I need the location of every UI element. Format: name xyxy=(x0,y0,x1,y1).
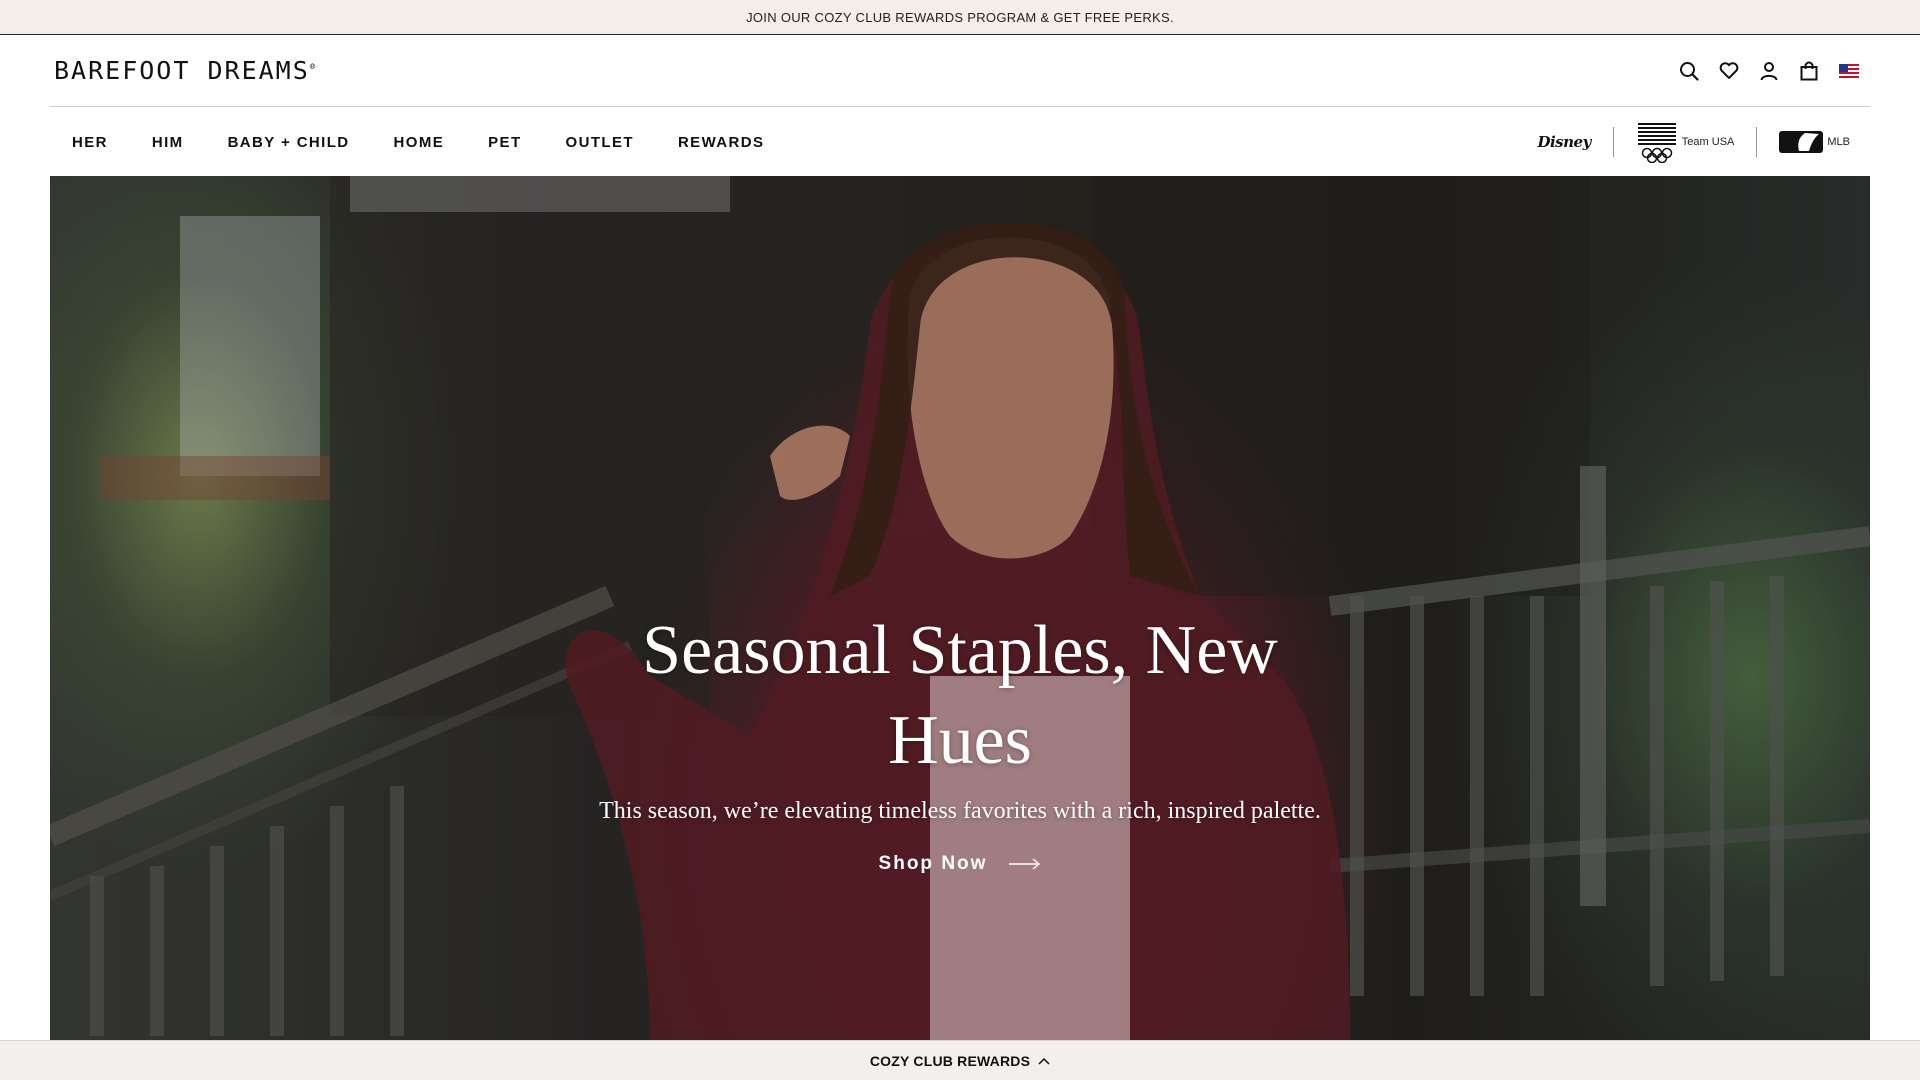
announcement-bar[interactable]: JOIN OUR COZY CLUB REWARDS PROGRAM & GET… xyxy=(0,0,1920,35)
nav-item-baby-child[interactable]: BABY + CHILD xyxy=(228,134,350,151)
logo-registered-mark: ® xyxy=(309,62,318,73)
main-nav: HER HIM BABY + CHILD HOME PET OUTLET REW… xyxy=(50,108,1870,176)
header-icons xyxy=(1678,60,1870,82)
shop-now-button[interactable]: Shop Now xyxy=(879,853,1042,875)
chevron-up-icon xyxy=(1038,1057,1050,1065)
search-icon[interactable] xyxy=(1678,60,1700,82)
site-header: BAREFOOT DREAMS® xyxy=(50,35,1870,107)
heart-icon[interactable] xyxy=(1718,60,1740,82)
partner-links: Disney Team USA MLB xyxy=(1537,121,1870,163)
nav-links: HER HIM BABY + CHILD HOME PET OUTLET REW… xyxy=(50,134,808,151)
nav-item-outlet[interactable]: OUTLET xyxy=(566,134,634,151)
nav-item-her[interactable]: HER xyxy=(72,134,108,151)
partner-mlb[interactable]: MLB xyxy=(1779,131,1850,153)
partner-divider xyxy=(1756,127,1758,157)
nav-item-him[interactable]: HIM xyxy=(152,134,184,151)
team-usa-logo-icon xyxy=(1637,123,1676,163)
nav-item-home[interactable]: HOME xyxy=(394,134,445,151)
account-icon[interactable] xyxy=(1758,60,1780,82)
nav-item-pet[interactable]: PET xyxy=(488,134,521,151)
partner-team-usa[interactable]: Team USA xyxy=(1636,121,1735,163)
hero-content: Seasonal Staples, New Hues This season, … xyxy=(50,606,1870,875)
partner-divider xyxy=(1612,127,1614,157)
hero-subtitle: This season, we’re elevating timeless fa… xyxy=(599,798,1321,824)
announcement-text[interactable]: JOIN OUR COZY CLUB REWARDS PROGRAM & GET… xyxy=(746,10,1174,25)
hero-title: Seasonal Staples, New Hues xyxy=(642,612,1278,779)
arrow-right-icon xyxy=(1009,858,1041,870)
shop-now-label: Shop Now xyxy=(878,853,988,874)
cozy-club-rewards-bar[interactable]: COZY CLUB REWARDS xyxy=(0,1040,1920,1080)
bag-icon[interactable] xyxy=(1798,60,1820,82)
mlb-logo-icon xyxy=(1779,131,1824,153)
rewards-bar-label: COZY CLUB REWARDS xyxy=(869,1052,1031,1069)
hero-banner[interactable]: Seasonal Staples, New Hues This season, … xyxy=(50,176,1870,1040)
disney-logo: Disney xyxy=(1537,133,1591,151)
nav-item-rewards[interactable]: REWARDS xyxy=(678,134,764,151)
mlb-label: MLB xyxy=(1827,136,1850,148)
brand-logo[interactable]: BAREFOOT DREAMS® xyxy=(50,56,317,85)
team-usa-label: Team USA xyxy=(1681,136,1735,148)
us-flag-icon[interactable] xyxy=(1838,60,1860,82)
partner-disney[interactable]: Disney xyxy=(1537,133,1591,151)
logo-text: BAREFOOT DREAMS xyxy=(54,56,310,85)
